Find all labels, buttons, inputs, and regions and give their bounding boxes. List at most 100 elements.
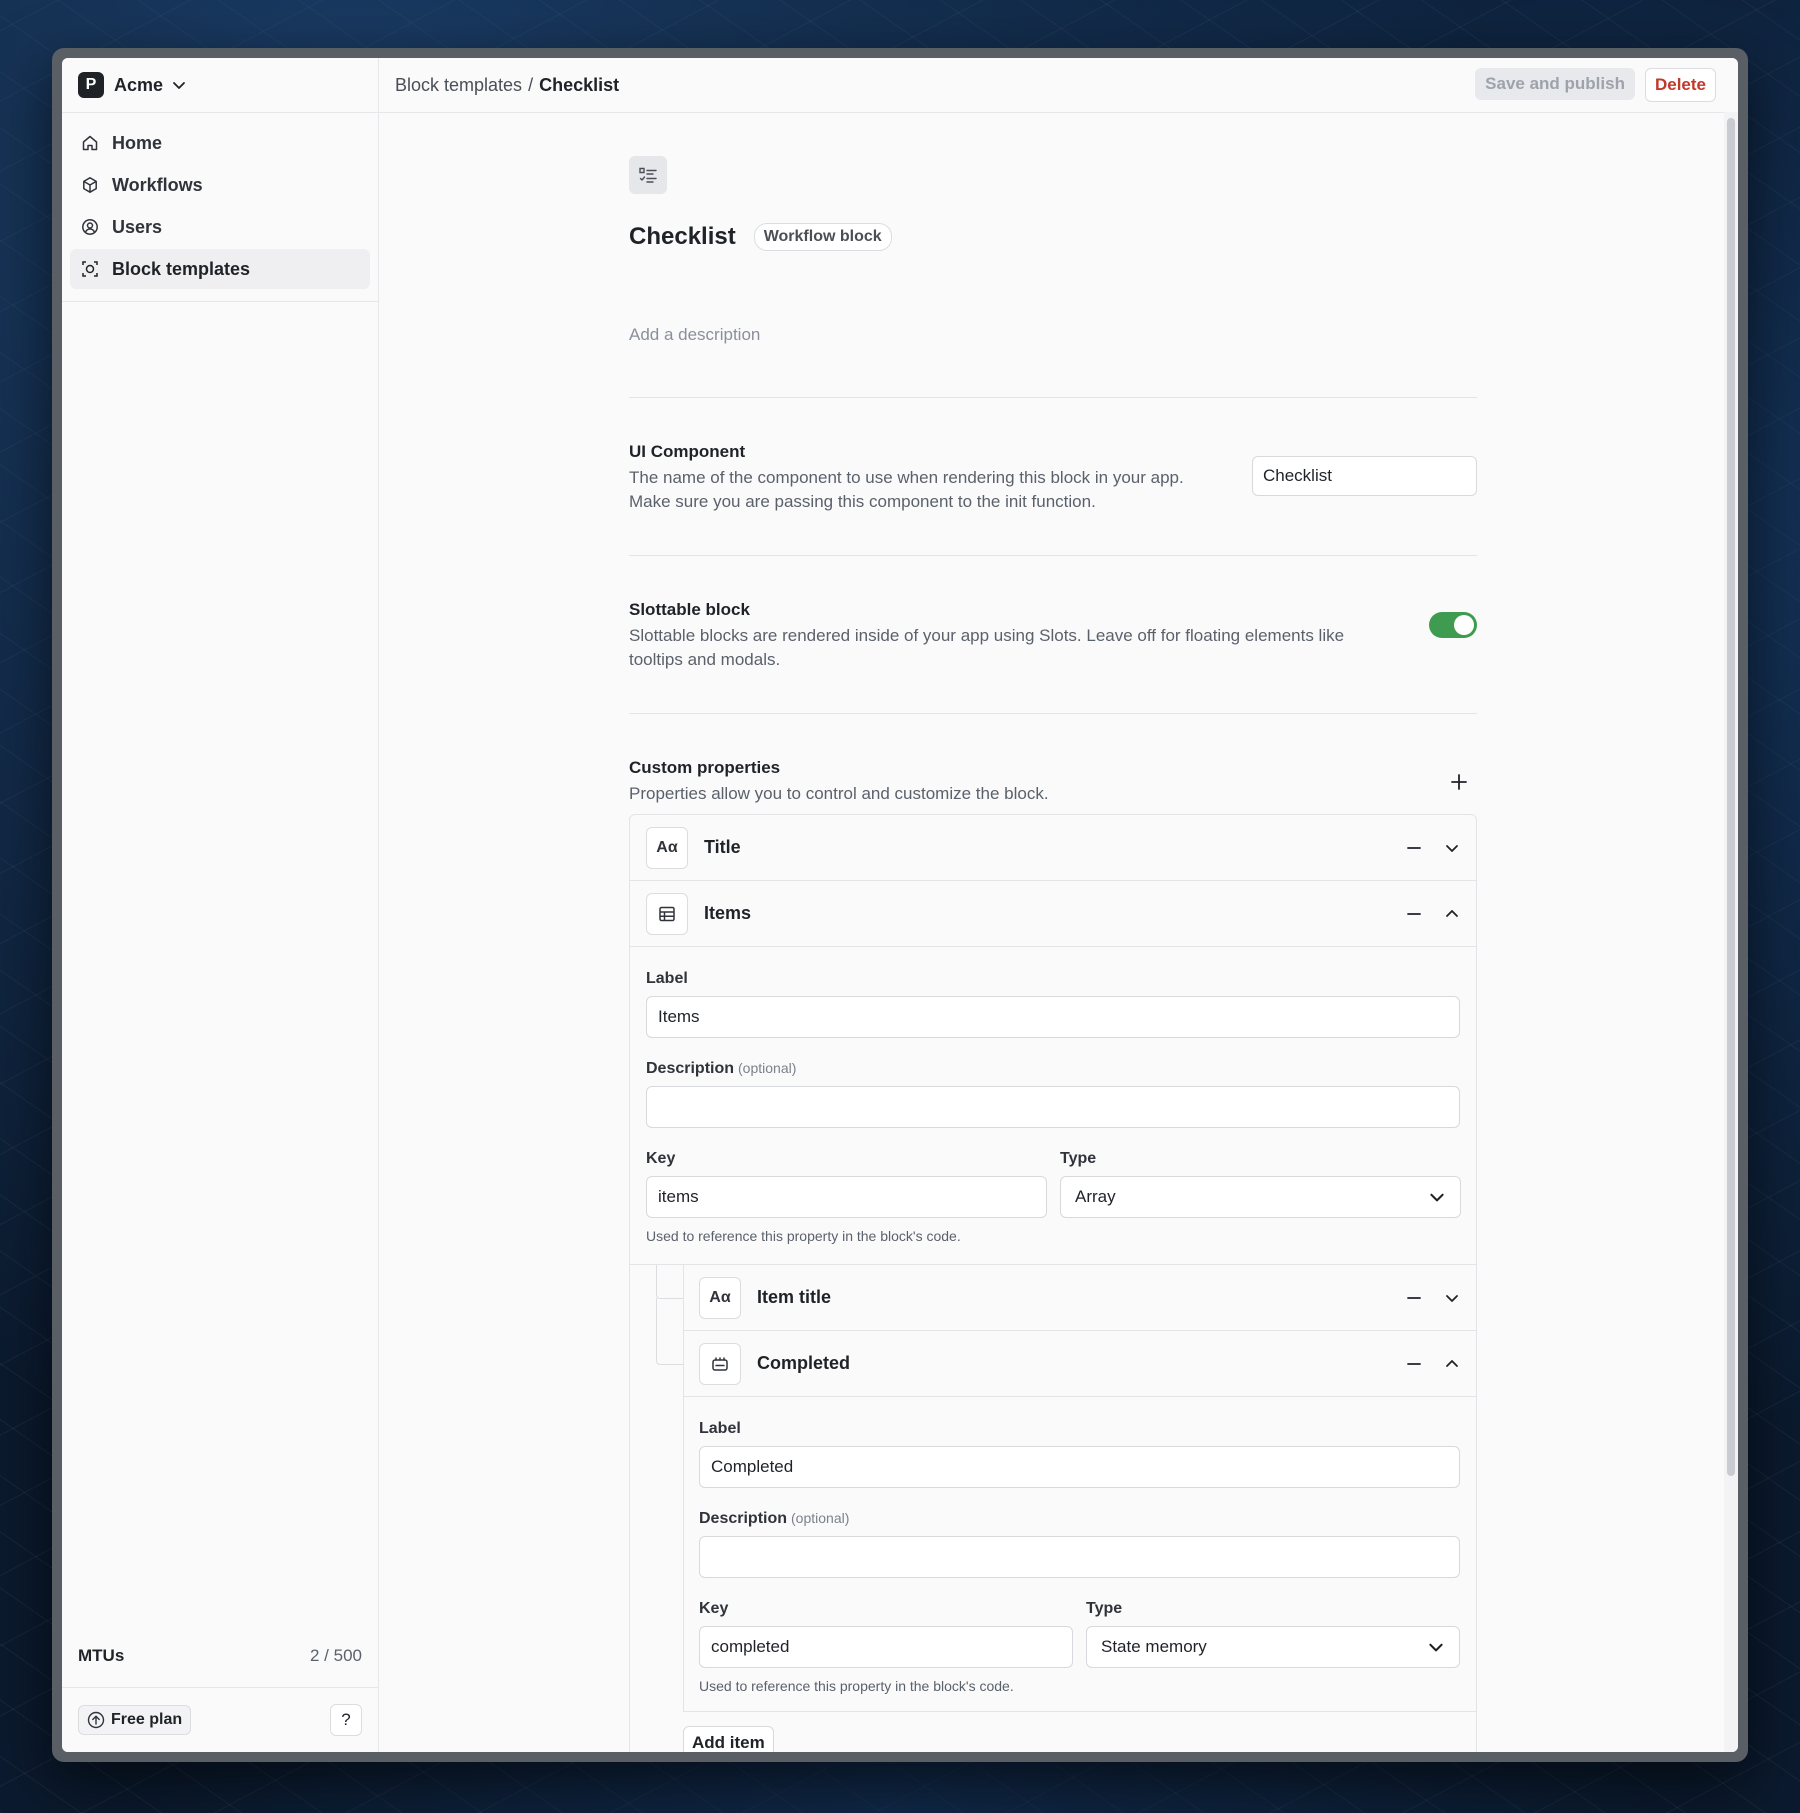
sidebar-item-home[interactable]: Home — [70, 123, 370, 163]
completed-type-select[interactable]: State memory — [1086, 1626, 1460, 1668]
completed-label-input[interactable]: Completed — [699, 1446, 1460, 1488]
items-key-field-label: Key — [646, 1150, 676, 1167]
custom-properties-description: Properties allow you to control and cust… — [629, 784, 1049, 803]
save-and-publish-button[interactable]: Save and publish — [1475, 68, 1635, 100]
nested-properties: Aα Item title Completed Label Completed … — [683, 1265, 1476, 1712]
items-label-input[interactable]: Items — [646, 996, 1460, 1038]
sidebar-item-label: Users — [112, 216, 163, 237]
slottable-section: Slottable block Slottable blocks are ren… — [629, 600, 1477, 670]
top-bar: Block templates / Checklist Save and pub… — [379, 58, 1738, 113]
main-content: Checklist Workflow block Add a descripti… — [379, 113, 1724, 1752]
mtu-usage: MTUs 2 / 500 — [62, 1638, 378, 1674]
field-label-text: Description — [646, 1060, 735, 1077]
remove-property-button[interactable] — [1404, 1288, 1424, 1308]
property-actions — [1404, 1354, 1462, 1374]
items-key-help: Used to reference this property in the b… — [646, 1228, 961, 1244]
ui-component-section: UI Component The name of the component t… — [629, 442, 1477, 512]
checklist-icon — [629, 156, 667, 194]
property-actions — [1404, 904, 1462, 924]
property-row-items[interactable]: Items — [630, 881, 1476, 947]
toggle-knob — [1454, 615, 1474, 635]
block-title-row: Checklist Workflow block — [629, 223, 892, 251]
divider — [629, 397, 1477, 398]
table-type-icon — [646, 892, 688, 935]
property-row-completed[interactable]: Completed — [684, 1331, 1476, 1397]
workspace-name: Acme — [114, 74, 164, 95]
text-type-icon: Aα — [646, 826, 688, 869]
slottable-toggle[interactable] — [1429, 612, 1477, 638]
property-label: Items — [704, 903, 752, 923]
items-key-input[interactable]: items — [646, 1176, 1047, 1218]
upgrade-arrow-icon — [87, 1711, 105, 1729]
sidebar-item-label: Workflows — [112, 174, 203, 195]
sidebar: P Acme Home Workflows Users Block templa… — [62, 58, 379, 1752]
sidebar-item-block-templates[interactable]: Block templates — [70, 249, 370, 289]
remove-property-button[interactable] — [1404, 1354, 1424, 1374]
ui-component-input[interactable]: Checklist — [1252, 456, 1477, 496]
sidebar-item-label: Block templates — [112, 258, 251, 279]
plan-label: Free plan — [111, 1711, 183, 1728]
chevron-down-icon[interactable] — [1442, 1288, 1462, 1308]
chevron-down-icon — [171, 77, 187, 93]
app-frame: P Acme Home Workflows Users Block templa… — [62, 58, 1738, 1752]
property-label: Completed — [757, 1353, 851, 1373]
remove-property-button[interactable] — [1404, 904, 1424, 924]
slottable-description: Slottable blocks are rendered inside of … — [629, 626, 1345, 669]
sidebar-footer: Free plan ? — [62, 1687, 378, 1752]
toolbar-actions: Save and publish Delete — [1475, 68, 1716, 102]
workspace-switcher[interactable]: P Acme — [62, 58, 378, 113]
items-type-field-label: Type — [1060, 1150, 1097, 1167]
mtu-value: 2 / 500 — [310, 1646, 362, 1665]
chevron-down-icon — [1427, 1638, 1445, 1656]
add-item-button[interactable]: Add item — [683, 1726, 774, 1752]
sidebar-nav: Home Workflows Users Block templates — [62, 113, 378, 302]
completed-label-field-label: Label — [699, 1420, 741, 1437]
items-description-input[interactable] — [646, 1086, 1460, 1128]
state-memory-type-icon — [699, 1342, 741, 1385]
ui-component-description: The name of the component to use when re… — [629, 468, 1184, 511]
breadcrumb-parent[interactable]: Block templates — [395, 75, 522, 96]
completed-key-help: Used to reference this property in the b… — [699, 1678, 1014, 1694]
remove-property-button[interactable] — [1404, 838, 1424, 858]
completed-description-input[interactable] — [699, 1536, 1460, 1578]
block-type-badge: Workflow block — [753, 223, 892, 251]
tree-connector — [656, 1298, 683, 1365]
items-description-field-label: Description (optional) — [646, 1060, 796, 1078]
chevron-down-icon[interactable] — [1442, 838, 1462, 858]
completed-description-field-label: Description (optional) — [699, 1510, 849, 1528]
mtu-label: MTUs — [78, 1646, 125, 1665]
property-label: Title — [704, 837, 741, 857]
delete-button[interactable]: Delete — [1644, 68, 1716, 102]
app-window: P Acme Home Workflows Users Block templa… — [52, 48, 1748, 1762]
completed-key-input[interactable]: completed — [699, 1626, 1073, 1668]
chevron-up-icon[interactable] — [1442, 904, 1462, 924]
property-row-item-title[interactable]: Aα Item title — [684, 1265, 1476, 1331]
breadcrumb-current: Checklist — [539, 74, 620, 95]
sidebar-item-users[interactable]: Users — [70, 207, 370, 247]
chevron-down-icon — [1428, 1188, 1446, 1206]
chevron-up-icon[interactable] — [1442, 1354, 1462, 1374]
plan-button[interactable]: Free plan — [78, 1705, 192, 1735]
sidebar-item-workflows[interactable]: Workflows — [70, 165, 370, 205]
text-type-icon: Aα — [699, 1276, 741, 1319]
help-button[interactable]: ? — [330, 1704, 362, 1736]
select-value: Array — [1075, 1187, 1116, 1206]
home-icon — [80, 133, 100, 153]
completed-type-field-label: Type — [1086, 1600, 1123, 1617]
optional-hint: (optional) — [738, 1060, 797, 1076]
user-circle-icon — [80, 217, 100, 237]
block-template-icon — [80, 259, 100, 279]
property-row-title[interactable]: Aα Title — [630, 815, 1476, 881]
page-title[interactable]: Checklist — [629, 223, 736, 251]
description-input[interactable]: Add a description — [629, 325, 760, 345]
optional-hint: (optional) — [791, 1510, 850, 1526]
sidebar-item-label: Home — [112, 132, 163, 153]
main-scrollbar[interactable] — [1724, 112, 1738, 1752]
breadcrumb: Block templates / Checklist — [395, 75, 619, 96]
slottable-title: Slottable block — [629, 600, 750, 619]
select-value: State memory — [1101, 1637, 1207, 1656]
items-type-select[interactable]: Array — [1060, 1176, 1461, 1218]
property-label: Item title — [757, 1287, 832, 1307]
add-property-button[interactable] — [1447, 770, 1471, 794]
scrollbar-thumb[interactable] — [1727, 118, 1735, 1476]
